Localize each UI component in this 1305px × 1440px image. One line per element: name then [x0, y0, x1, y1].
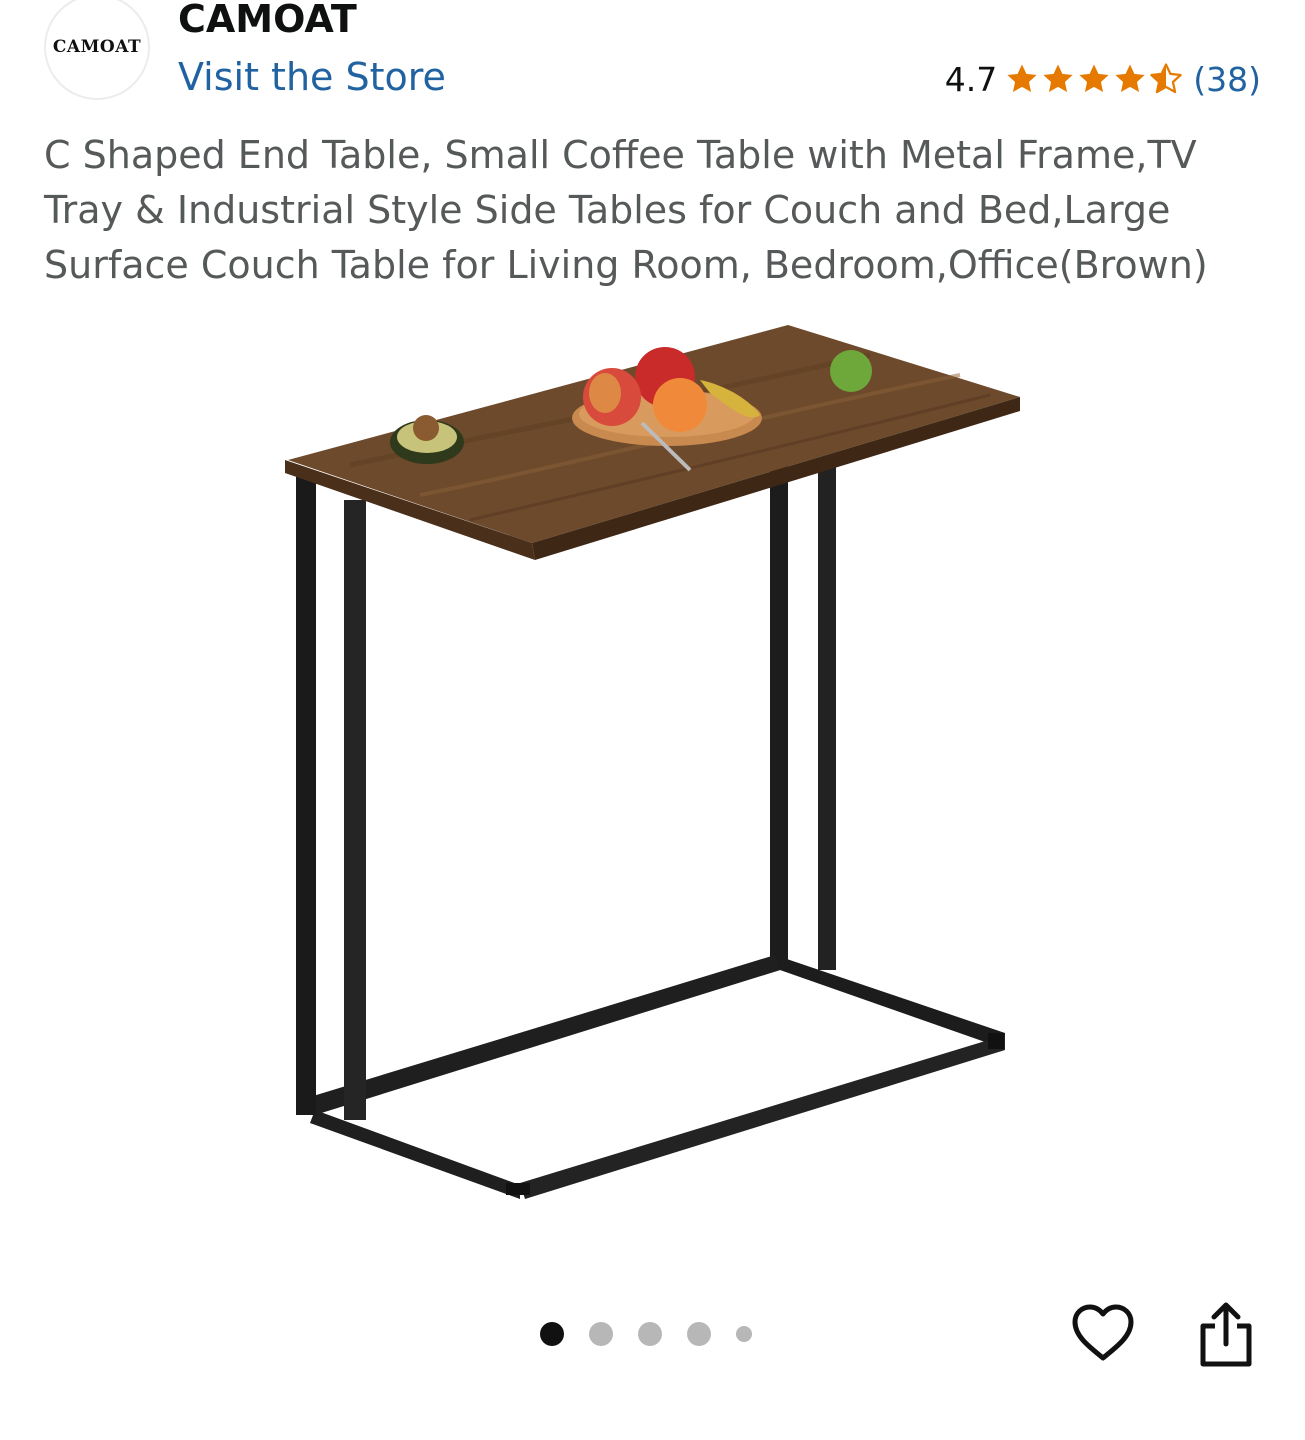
table-leg: [818, 460, 836, 970]
product-image[interactable]: [270, 315, 1030, 1215]
table-base-rail: [300, 955, 790, 1115]
store-logo[interactable]: CAMOAT: [44, 0, 150, 100]
pagination-dot[interactable]: [736, 1326, 752, 1342]
star-full-icon: [1079, 64, 1109, 93]
share-icon[interactable]: [1197, 1300, 1255, 1368]
heart-icon[interactable]: [1071, 1302, 1135, 1366]
visit-store-link[interactable]: Visit the Store: [178, 52, 446, 102]
table-leg: [770, 465, 788, 970]
star-full-icon: [1115, 64, 1145, 93]
table-leg: [296, 475, 316, 1115]
rating-count-link[interactable]: (38): [1193, 60, 1261, 99]
pagination-dot[interactable]: [589, 1322, 613, 1346]
rating-value: 4.7: [944, 59, 998, 99]
table-leg: [344, 500, 366, 1120]
star-half-icon: [1150, 63, 1182, 94]
table-foot: [988, 1033, 1004, 1049]
orange: [653, 378, 707, 432]
rating-summary[interactable]: 4.7 (38): [945, 56, 1261, 102]
star-full-icon: [1043, 64, 1073, 93]
table-base-rail: [310, 1110, 520, 1199]
image-pagination[interactable]: [540, 1322, 777, 1346]
star-full-icon: [1007, 64, 1037, 93]
brand-name: CAMOAT: [178, 0, 357, 41]
store-logo-text: CAMOAT: [52, 37, 142, 57]
table-base-rail: [520, 1035, 1005, 1199]
pagination-dot[interactable]: [687, 1322, 711, 1346]
table-foot: [506, 1183, 530, 1195]
table-base-rail: [775, 955, 1005, 1049]
green-apple: [830, 350, 872, 392]
pagination-dot-active[interactable]: [540, 1322, 564, 1346]
pagination-dot[interactable]: [638, 1322, 662, 1346]
star-rating: [1005, 62, 1185, 96]
product-title: C Shaped End Table, Small Coffee Table w…: [44, 133, 1208, 287]
